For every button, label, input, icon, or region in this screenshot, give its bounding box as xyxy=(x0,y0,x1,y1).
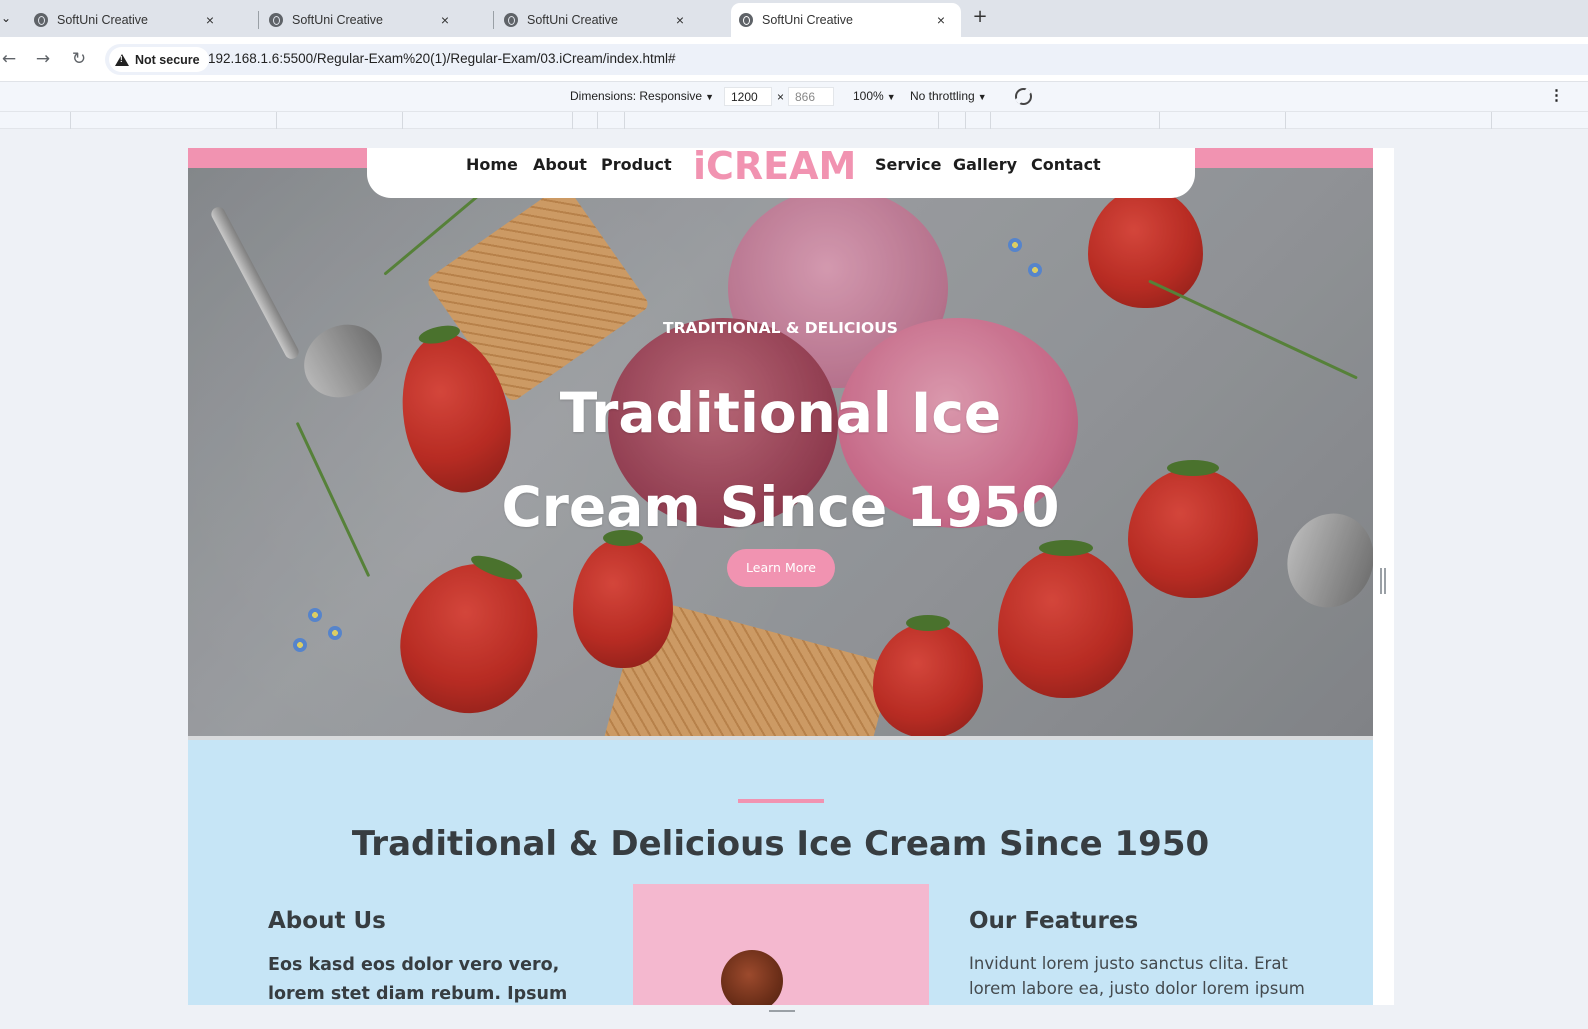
width-input[interactable]: 1200 xyxy=(724,87,772,106)
about-us-text: Eos kasd eos dolor vero vero, lorem stet… xyxy=(268,955,568,1004)
caret-down-icon: ▼ xyxy=(886,92,896,102)
tab-strip: ⌄ SoftUni Creative × SoftUni Creative × … xyxy=(0,0,1588,37)
about-section: Traditional & Delicious Ice Cream Since … xyxy=(188,740,1373,1005)
site-page: TRADITIONAL & DELICIOUS Traditional Ice … xyxy=(188,148,1373,1005)
close-icon[interactable]: × xyxy=(200,12,220,28)
zoom-label: 100% xyxy=(853,89,884,103)
learn-more-button[interactable]: Learn More xyxy=(727,549,835,587)
our-features-text: Invidunt lorem justo sanctus clita. Erat… xyxy=(969,954,1305,998)
browser-tab[interactable]: SoftUni Creative × xyxy=(0,3,230,37)
globe-icon xyxy=(34,13,48,27)
nav-link-contact[interactable]: Contact xyxy=(1031,155,1101,174)
about-us-title: About Us xyxy=(268,908,386,934)
zoom-dropdown[interactable]: 100% ▼ xyxy=(853,89,896,103)
hero-title: Traditional Ice Cream Since 1950 xyxy=(188,366,1373,554)
media-query-ruler[interactable] xyxy=(0,111,1588,129)
hero-title-line-2: Cream Since 1950 xyxy=(501,475,1060,539)
resize-handle-right[interactable] xyxy=(1380,568,1386,594)
forward-arrow-icon[interactable]: → xyxy=(32,48,54,70)
browser-tab-active[interactable]: SoftUni Creative × xyxy=(731,3,961,37)
our-features-title: Our Features xyxy=(969,908,1139,934)
url-text[interactable]: 192.168.1.6:5500/Regular-Exam%20(1)/Regu… xyxy=(208,51,676,66)
hero-section: TRADITIONAL & DELICIOUS Traditional Ice … xyxy=(188,168,1373,736)
globe-icon xyxy=(269,13,283,27)
ice-cream-photo xyxy=(633,884,929,1005)
times-sign: × xyxy=(777,90,785,104)
new-tab-button[interactable]: + xyxy=(970,7,990,27)
back-arrow-icon[interactable]: ← xyxy=(0,48,20,70)
globe-icon xyxy=(739,13,753,27)
security-label: Not secure xyxy=(135,52,200,67)
tab-title: SoftUni Creative xyxy=(527,13,619,27)
resize-handle-bottom[interactable] xyxy=(769,1010,795,1016)
dimensions-dropdown[interactable]: Dimensions: Responsive ▼ xyxy=(570,89,714,103)
close-icon[interactable]: × xyxy=(435,12,455,28)
reload-icon[interactable]: ↻ xyxy=(68,48,90,70)
device-viewport: TRADITIONAL & DELICIOUS Traditional Ice … xyxy=(188,148,1394,1005)
tab-title: SoftUni Creative xyxy=(762,13,854,27)
nav-link-about[interactable]: About xyxy=(533,155,587,174)
hero-title-line-1: Traditional Ice xyxy=(559,381,1002,445)
tab-title: SoftUni Creative xyxy=(292,13,384,27)
nav-link-gallery[interactable]: Gallery xyxy=(953,155,1017,174)
device-toolbar: Dimensions: Responsive ▼ 1200 × 866 100% ▼… xyxy=(0,81,1588,111)
globe-icon xyxy=(504,13,518,27)
hero-subtitle: TRADITIONAL & DELICIOUS xyxy=(663,319,898,337)
more-options-icon[interactable]: ⋮ xyxy=(1549,88,1564,103)
omnibox[interactable]: Not secure 192.168.1.6:5500/Regular-Exam… xyxy=(105,44,1588,75)
caret-down-icon: ▼ xyxy=(705,92,714,102)
dimensions-label: Dimensions: Responsive xyxy=(570,89,703,103)
close-icon[interactable]: × xyxy=(931,12,951,28)
site-logo[interactable]: iCREAM xyxy=(693,148,856,188)
about-section-heading: Traditional & Delicious Ice Cream Since … xyxy=(351,824,1210,864)
height-input[interactable]: 866 xyxy=(788,87,834,106)
close-icon[interactable]: × xyxy=(670,12,690,28)
rotate-icon[interactable] xyxy=(1011,84,1036,109)
throttling-label: No throttling xyxy=(910,89,975,103)
tab-title: SoftUni Creative xyxy=(57,13,149,27)
main-navbar: Home About Product iCREAM Service Galler… xyxy=(367,148,1195,198)
chocolate-ice-cream-image xyxy=(721,950,783,1005)
site-security-chip[interactable]: Not secure xyxy=(109,47,209,72)
address-bar: ← → ↻ Not secure 192.168.1.6:5500/Regula… xyxy=(0,37,1588,81)
nav-link-home[interactable]: Home xyxy=(466,155,518,174)
throttling-dropdown[interactable]: No throttling ▼ xyxy=(910,89,987,103)
caret-down-icon: ▼ xyxy=(977,92,987,102)
section-divider xyxy=(738,799,824,803)
nav-link-service[interactable]: Service xyxy=(875,155,942,174)
warning-icon xyxy=(115,53,129,66)
nav-link-product[interactable]: Product xyxy=(601,155,672,174)
browser-tab[interactable]: SoftUni Creative × xyxy=(470,3,700,37)
browser-tab[interactable]: SoftUni Creative × xyxy=(235,3,465,37)
